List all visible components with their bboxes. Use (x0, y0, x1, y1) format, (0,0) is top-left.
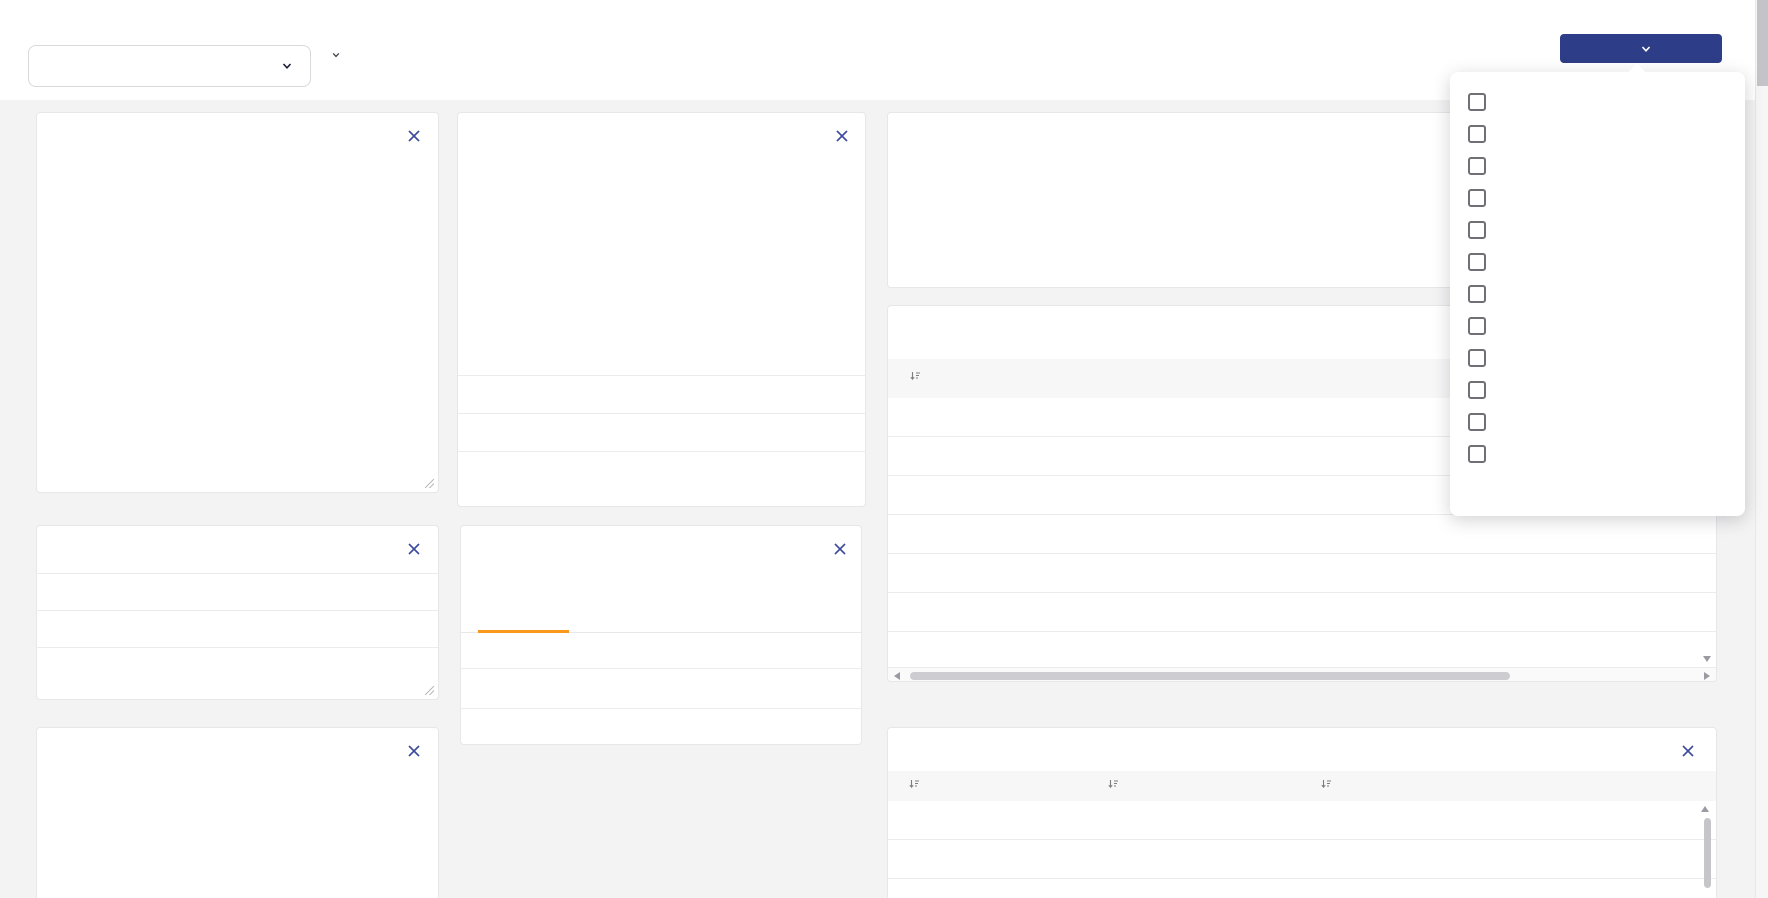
checkbox-icon[interactable] (1468, 285, 1486, 303)
checkbox-icon[interactable] (1468, 157, 1486, 175)
table-row[interactable] (888, 554, 1716, 593)
packets-bar-chart (37, 113, 440, 423)
table-row[interactable] (888, 801, 1716, 840)
scroll-down-arrow-icon[interactable] (1703, 656, 1711, 662)
legend-row-successful (458, 375, 865, 413)
card-packets-by-policy (36, 112, 439, 493)
chevron-down-icon (332, 51, 340, 59)
checkbox-icon[interactable] (1468, 381, 1486, 399)
show-all-link[interactable] (1450, 470, 1745, 504)
scroll-right-arrow-icon[interactable] (1704, 672, 1710, 680)
checkbox-icon[interactable] (1468, 125, 1486, 143)
page-scrollbar[interactable] (1755, 0, 1768, 898)
http-heatmap-grid (37, 728, 440, 898)
legend-swatch-denied (277, 427, 307, 434)
card-policies (460, 525, 862, 745)
card-dns-request-count (457, 112, 866, 507)
see-full-list-link[interactable] (478, 722, 486, 737)
table-row[interactable] (888, 632, 1716, 671)
sparkline-min (317, 583, 422, 603)
checkbox-icon[interactable] (1468, 189, 1486, 207)
menu-item-dns-request-latency[interactable] (1450, 214, 1745, 246)
close-icon[interactable] (1680, 743, 1696, 759)
chevron-down-icon (282, 61, 292, 71)
horizontal-scrollbar-thumb[interactable] (910, 672, 1510, 680)
checkbox-icon[interactable] (1468, 221, 1486, 239)
checkbox-icon[interactable] (1468, 349, 1486, 367)
table-row[interactable] (888, 879, 1716, 898)
menu-item-packets-by-policy[interactable] (1450, 86, 1745, 118)
card-dns-request-latency (36, 525, 439, 700)
page-scrollbar-thumb[interactable] (1757, 0, 1768, 86)
card-process-instances (887, 727, 1717, 898)
divider (461, 708, 861, 709)
column-header-count[interactable] (1314, 778, 1332, 790)
menu-item-services[interactable] (1450, 342, 1745, 374)
legend-row-failed (458, 413, 865, 451)
menu-item-endpoints[interactable] (1450, 118, 1745, 150)
column-header-endpoint[interactable] (1101, 778, 1119, 790)
sort-icon[interactable] (908, 778, 920, 790)
checkbox-icon[interactable] (1468, 317, 1486, 335)
sort-icon[interactable] (1320, 778, 1332, 790)
horizontal-scrollbar[interactable] (888, 667, 1716, 682)
legend-swatch-successful (482, 393, 508, 398)
scroll-left-arrow-icon[interactable] (894, 672, 900, 680)
menu-item-dns-request-count[interactable] (1450, 150, 1745, 182)
time-range-value[interactable] (327, 51, 340, 59)
latency-row-avg (37, 647, 438, 684)
menu-item-http-response-codes[interactable] (1450, 310, 1745, 342)
legend-item-denied (277, 427, 307, 439)
table-row[interactable] (888, 593, 1716, 632)
card-http-response-codes (36, 727, 439, 898)
menu-item-url-requests[interactable] (1450, 182, 1745, 214)
table-row[interactable] (888, 515, 1716, 554)
vertical-scrollbar[interactable] (1704, 818, 1711, 888)
table-row[interactable] (888, 840, 1716, 879)
customize-layout-menu (1450, 72, 1745, 516)
close-icon[interactable] (832, 541, 848, 557)
menu-item-wireguard-bytes[interactable] (1450, 406, 1745, 438)
chevron-down-icon (1641, 44, 1651, 54)
menu-item-policies[interactable] (1450, 246, 1745, 278)
table-header (888, 771, 1716, 801)
menu-item-cis-benchmarks[interactable] (1450, 374, 1745, 406)
latency-row-max (37, 610, 438, 647)
dns-area-chart (458, 113, 867, 348)
checkbox-icon[interactable] (1468, 93, 1486, 111)
customize-layout-button[interactable] (1560, 34, 1722, 63)
checkbox-icon[interactable] (1468, 253, 1486, 271)
sort-icon[interactable] (909, 370, 921, 382)
resize-handle[interactable] (425, 686, 434, 695)
resize-handle[interactable] (425, 479, 434, 488)
latency-row-min (37, 573, 438, 610)
column-header-process-name[interactable] (902, 778, 920, 790)
divider (461, 668, 861, 669)
scroll-up-arrow-icon[interactable] (1701, 806, 1709, 812)
sparkline-avg (317, 657, 422, 677)
menu-item-wireguard-handshake[interactable] (1450, 438, 1745, 470)
active-tab-underline (478, 630, 569, 633)
sparkline-max (317, 620, 422, 640)
legend-row-total (458, 451, 865, 489)
legend-swatch-total (482, 469, 508, 474)
checkbox-icon[interactable] (1468, 413, 1486, 431)
close-icon[interactable] (406, 541, 422, 557)
view-select[interactable] (28, 45, 311, 87)
legend-swatch-allowed (169, 427, 199, 434)
menu-item-process-instances[interactable] (1450, 278, 1745, 310)
sort-icon[interactable] (1107, 778, 1119, 790)
checkbox-icon[interactable] (1468, 445, 1486, 463)
legend-item-allowed (169, 427, 199, 439)
column-header-url[interactable] (903, 370, 921, 382)
legend-swatch-failed (482, 431, 508, 436)
